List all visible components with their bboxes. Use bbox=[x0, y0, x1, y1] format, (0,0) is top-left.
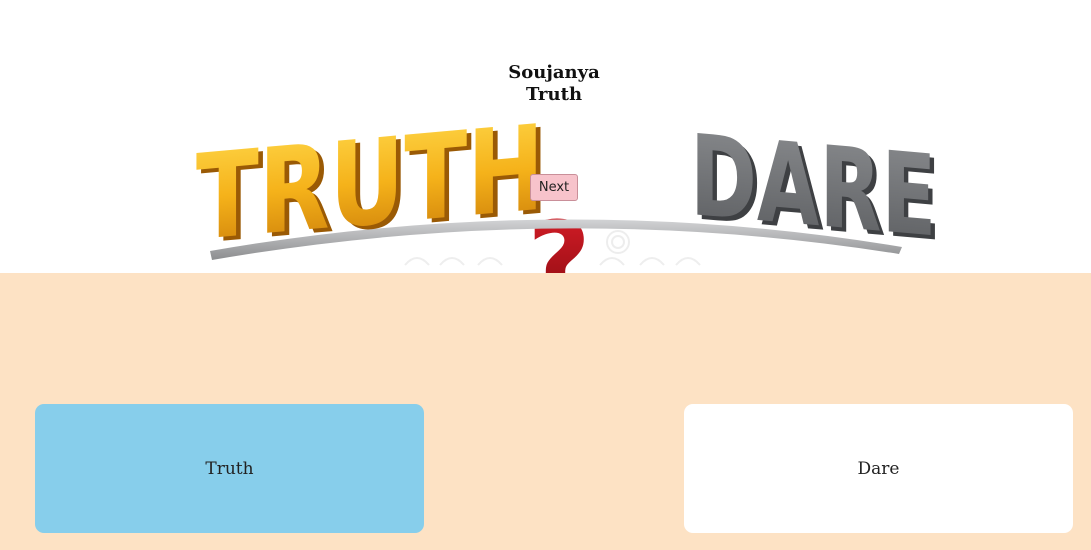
hero-banner: ? TRUTH TRUTH DARE DARE Soujanya Truth N… bbox=[0, 0, 1091, 273]
current-turn: Soujanya Truth bbox=[454, 62, 654, 106]
selected-mode: Truth bbox=[525, 84, 583, 105]
dare-button-label: Dare bbox=[857, 458, 900, 479]
dare-word-art: DARE DARE bbox=[690, 111, 941, 268]
dare-button[interactable]: Dare bbox=[684, 404, 1073, 533]
player-name: Soujanya bbox=[508, 62, 600, 83]
dare-word-face: DARE bbox=[690, 111, 937, 263]
truth-or-dare-scale-illustration: ? TRUTH TRUTH DARE DARE bbox=[196, 99, 941, 273]
truth-button-label: Truth bbox=[205, 458, 254, 479]
truth-button[interactable]: Truth bbox=[35, 404, 424, 533]
choice-panel: Truth Dare bbox=[0, 273, 1091, 550]
truth-word-art: TRUTH TRUTH bbox=[196, 99, 549, 270]
next-button[interactable]: Next bbox=[530, 174, 578, 201]
